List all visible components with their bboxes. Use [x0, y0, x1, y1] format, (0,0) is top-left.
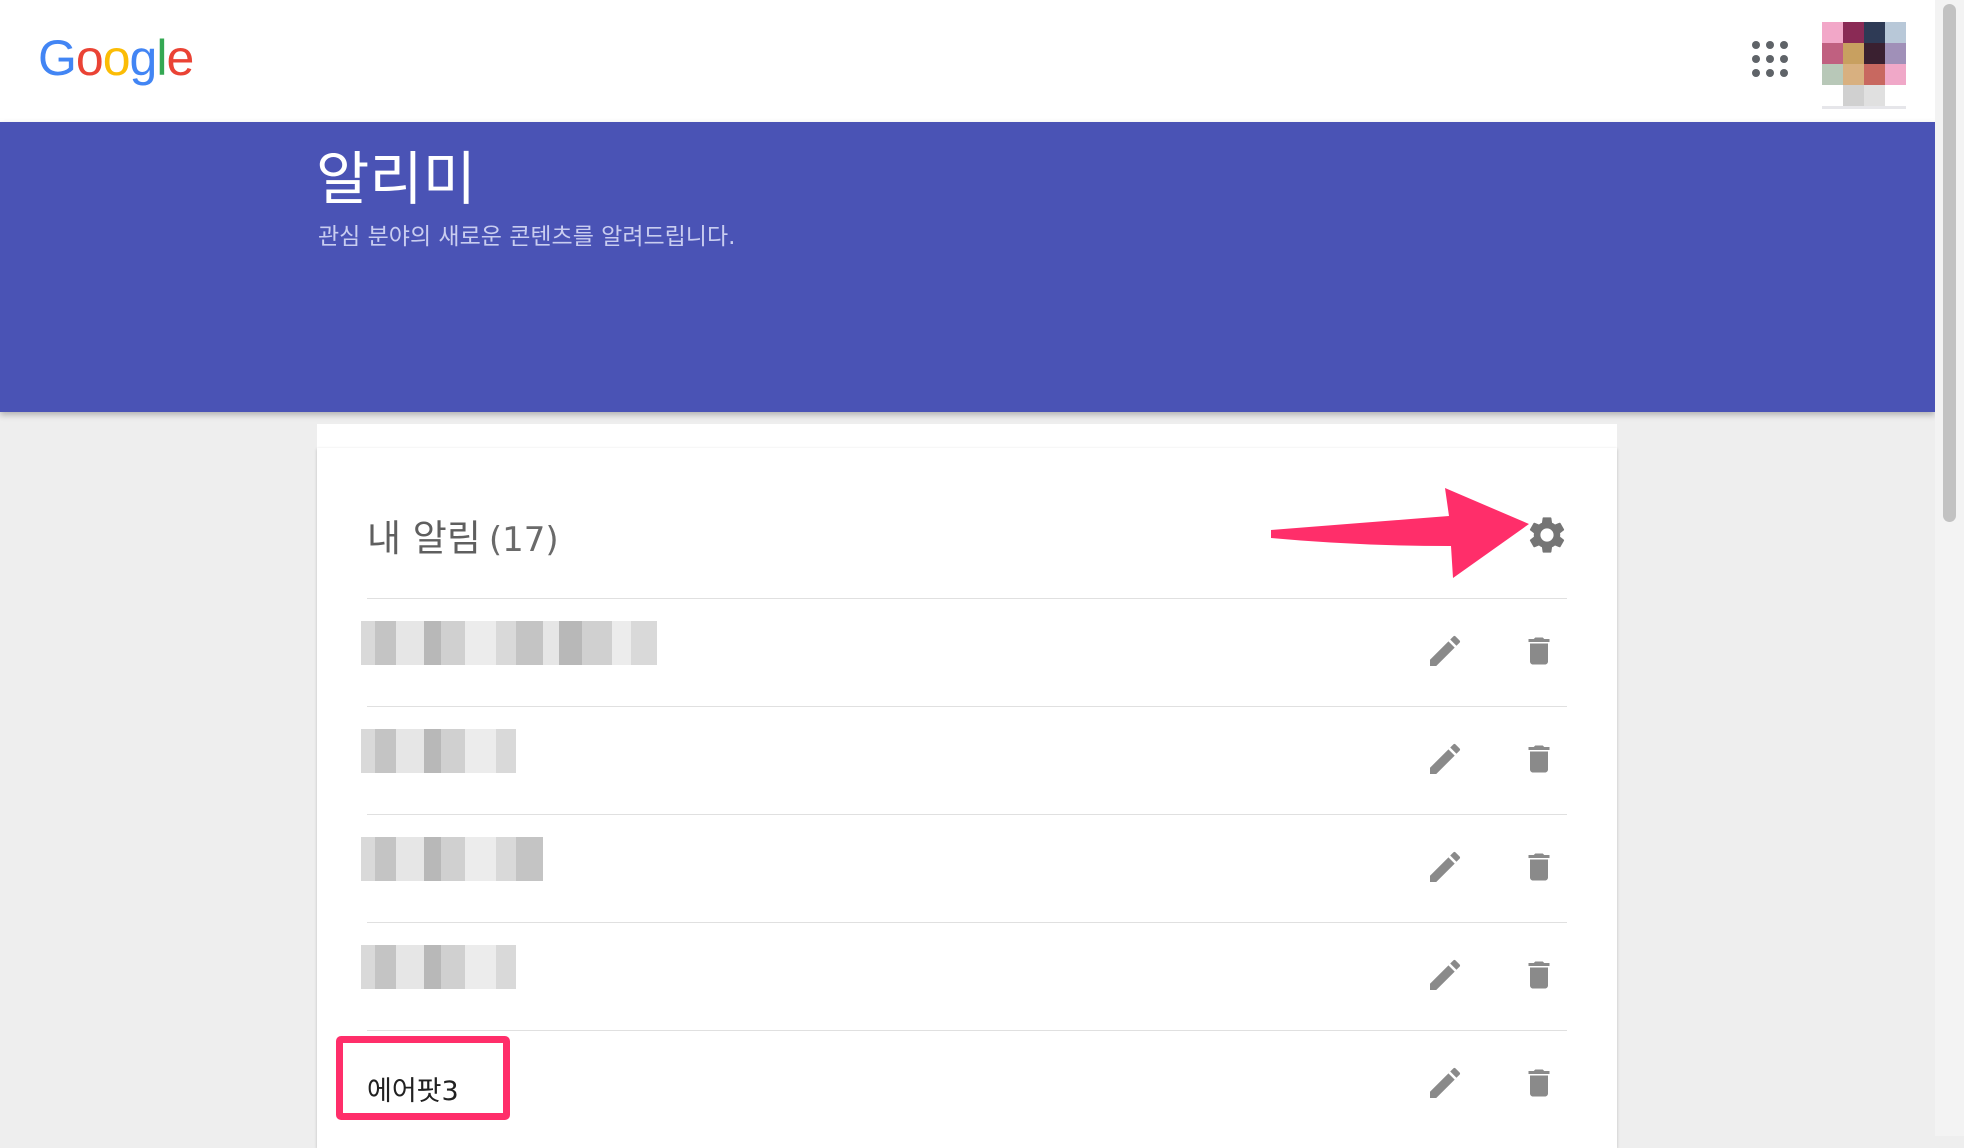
top-bar: Google — [0, 0, 1935, 122]
annotation-arrow-icon — [1271, 488, 1529, 578]
alert-row[interactable]: 에어팟3 — [367, 1030, 1567, 1139]
redacted-alert-label — [361, 837, 543, 881]
alert-row[interactable] — [361, 922, 1567, 1031]
logo-letter: l — [156, 30, 167, 86]
logo-letter: g — [129, 30, 158, 86]
redacted-alert-label — [361, 621, 657, 665]
pencil-icon[interactable] — [1425, 955, 1465, 995]
logo-letter: G — [38, 30, 77, 86]
logo-letter: e — [166, 30, 194, 86]
alerts-count: (17) — [488, 520, 559, 560]
trash-icon[interactable] — [1521, 955, 1557, 995]
page-title: 알리미 — [316, 145, 477, 213]
redacted-alert-label — [361, 945, 516, 989]
pencil-icon[interactable] — [1425, 1063, 1465, 1103]
pencil-icon[interactable] — [1425, 847, 1465, 887]
pencil-icon[interactable] — [1425, 739, 1465, 779]
logo-letter: o — [75, 30, 104, 86]
logo-letter: o — [102, 30, 131, 86]
user-avatar[interactable] — [1822, 22, 1906, 109]
trash-icon[interactable] — [1521, 631, 1557, 671]
trash-icon[interactable] — [1521, 847, 1557, 887]
highlight-box — [336, 1036, 510, 1120]
apps-grid-icon[interactable] — [1752, 41, 1788, 77]
alert-row[interactable] — [361, 814, 1567, 923]
my-alerts-heading: 내 알림 (17) — [367, 508, 559, 568]
gear-icon[interactable] — [1525, 513, 1569, 557]
page-subtitle: 관심 분야의 새로운 콘텐츠를 알려드립니다. — [318, 224, 736, 250]
trash-icon[interactable] — [1521, 1063, 1557, 1103]
pencil-icon[interactable] — [1425, 631, 1465, 671]
alert-row[interactable] — [361, 706, 1567, 815]
alerts-banner: 알리미 관심 분야의 새로운 콘텐츠를 알려드립니다. — [0, 122, 1935, 512]
my-alerts-title: 내 알림 — [367, 517, 481, 560]
google-logo[interactable]: Google — [38, 28, 194, 88]
alert-row[interactable] — [361, 598, 1567, 707]
scrollbar-thumb[interactable] — [1943, 4, 1956, 522]
page-scrollbar[interactable] — [1935, 0, 1964, 1136]
trash-icon[interactable] — [1521, 739, 1557, 779]
my-alerts-card: 내 알림 (17) 에어팟3 — [317, 448, 1617, 1148]
redacted-alert-label — [361, 729, 516, 773]
